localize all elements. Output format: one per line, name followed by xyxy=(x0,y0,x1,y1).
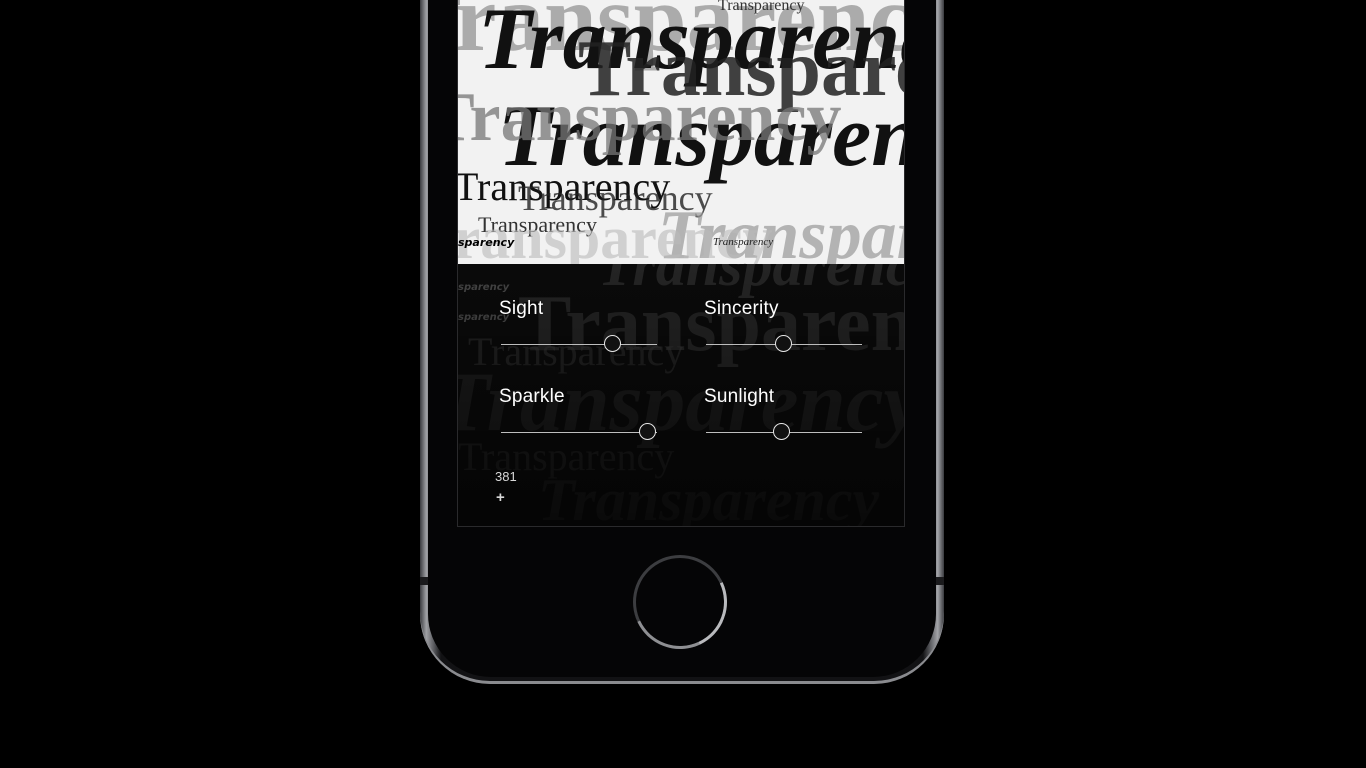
slider-track[interactable] xyxy=(501,432,657,433)
slider-label: Sight xyxy=(499,298,544,319)
stage: Transparency Transparency Transparency T… xyxy=(0,0,1366,768)
phone-screen: Transparency Transparency Transparency T… xyxy=(457,0,905,527)
slider-label: Sparkle xyxy=(499,386,565,407)
counter-value: 381 xyxy=(495,469,517,484)
slider-track[interactable] xyxy=(501,344,657,345)
poster-word: Transparency xyxy=(458,79,842,156)
slider-panel: Sight Sincerity Sparkle Sunlight 381 + xyxy=(458,264,904,526)
antenna-line-right xyxy=(936,577,944,585)
slider-thumb[interactable] xyxy=(773,423,791,440)
slider-thumb[interactable] xyxy=(638,423,656,440)
slider-sincerity: Sincerity xyxy=(704,264,864,352)
slider-sparkle: Sparkle xyxy=(499,352,659,440)
slider-sight: Sight xyxy=(499,264,659,352)
home-button-icon[interactable] xyxy=(633,555,727,649)
slider-thumb[interactable] xyxy=(775,335,792,352)
antenna-line-left xyxy=(420,577,428,585)
poster-word: Transparency xyxy=(718,0,805,14)
poster-word: Transparency xyxy=(713,236,773,248)
poster-word-short: sparency xyxy=(458,236,515,249)
slider-label: Sincerity xyxy=(704,298,779,319)
slider-label: Sunlight xyxy=(704,386,775,407)
plus-icon[interactable]: + xyxy=(496,489,505,506)
slider-sunlight: Sunlight xyxy=(704,352,864,440)
slider-thumb[interactable] xyxy=(604,335,622,352)
poster-light-area: Transparency Transparency Transparency T… xyxy=(458,0,904,264)
